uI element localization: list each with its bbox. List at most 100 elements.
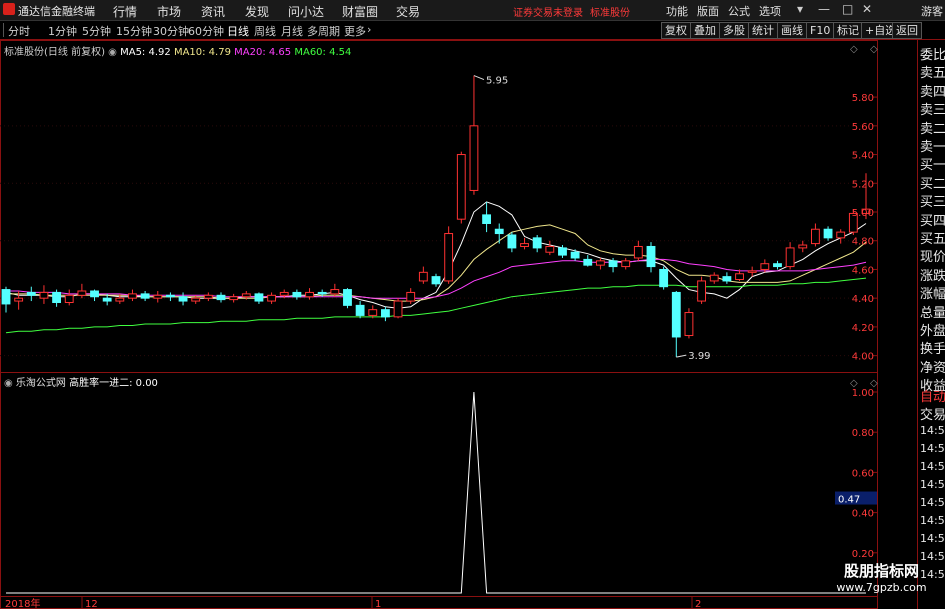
diamond-icon: ◇ bbox=[850, 44, 858, 55]
candle-down bbox=[558, 247, 567, 256]
title-bar: 通达信金融终端 行情 市场 资讯 发现 问小达 财富圈 交易 证券交易未登录 标… bbox=[0, 0, 945, 21]
tab-1min[interactable]: 1分钟 bbox=[48, 23, 77, 39]
ma60-label: MA60: 4.54 bbox=[294, 47, 352, 58]
indicator-legend: ◉ 乐淘公式网 高胜率一进二: 0.00 bbox=[4, 374, 158, 389]
high-marker-arrow bbox=[473, 75, 485, 81]
tab-multi-period[interactable]: 多周期 bbox=[307, 23, 340, 39]
side-panel-item: 14:56 bbox=[920, 478, 945, 491]
dropdown-icon[interactable]: ▾ bbox=[797, 2, 803, 16]
menu-jiaoyi[interactable]: 交易 bbox=[396, 3, 420, 20]
guest-label[interactable]: 游客 bbox=[921, 3, 943, 19]
y-tick-label: 4.60 bbox=[852, 265, 874, 276]
tab-60min[interactable]: 60分钟 bbox=[188, 23, 224, 39]
candle-down bbox=[343, 289, 352, 306]
minimize-icon[interactable]: — bbox=[818, 2, 830, 16]
statistics-button[interactable]: 统计 bbox=[748, 22, 778, 39]
y-tick-label: 5.60 bbox=[852, 122, 874, 133]
chart-title: 标准股份(日线 前复权) bbox=[4, 47, 105, 58]
period-tab-bar: 分时 1分钟 5分钟 15分钟 30分钟 60分钟 日线 周线 月线 多周期 更… bbox=[0, 21, 945, 40]
price-axis: 5.80 5.60 5.40 5.20 5.00 4.80 4.60 4.40 4.20 4.00… bbox=[835, 93, 877, 560]
menu-hangqing[interactable]: 行情 bbox=[113, 3, 137, 20]
candle-up bbox=[747, 270, 757, 273]
side-panel-item: 涨跌 bbox=[920, 268, 945, 284]
side-panel-item: 卖二 bbox=[920, 121, 945, 137]
menu-gongshi[interactable]: 公式 bbox=[728, 3, 750, 19]
trade-login-status[interactable]: 证券交易未登录 bbox=[513, 4, 583, 19]
candle-up bbox=[305, 291, 314, 298]
side-panel-item: 卖五 bbox=[920, 66, 945, 82]
candle-down bbox=[102, 297, 112, 302]
tab-weekly[interactable]: 周线 bbox=[254, 23, 276, 39]
mark-button[interactable]: 标记 bbox=[833, 22, 863, 39]
side-panel-item: 总量 bbox=[920, 305, 945, 321]
tab-monthly[interactable]: 月线 bbox=[281, 23, 303, 39]
menu-faxian[interactable]: 发现 bbox=[245, 3, 269, 20]
indicator-settings-icon[interactable]: ◉ bbox=[4, 378, 13, 389]
menu-banmian[interactable]: 版面 bbox=[697, 3, 719, 19]
candle-up bbox=[456, 154, 466, 220]
candle-down bbox=[773, 263, 782, 268]
side-panel-item: 买二 bbox=[920, 176, 945, 192]
tab-5min[interactable]: 5分钟 bbox=[82, 23, 111, 39]
candle-up bbox=[115, 297, 125, 302]
candle-down bbox=[570, 251, 580, 259]
overlay-button[interactable]: 叠加 bbox=[690, 22, 720, 39]
menu-wenxiaoda[interactable]: 问小达 bbox=[288, 3, 324, 20]
menu-xuanxiang[interactable]: 选项 bbox=[759, 3, 781, 19]
candle-up bbox=[709, 274, 719, 282]
tab-15min[interactable]: 15分钟 bbox=[116, 23, 152, 39]
maximize-icon[interactable]: □ bbox=[842, 2, 853, 16]
candle-down bbox=[1, 289, 11, 305]
side-panel-item: 14:56 bbox=[920, 532, 945, 545]
candle-down bbox=[507, 234, 517, 249]
diamond-icon: ◇ bbox=[870, 44, 878, 55]
tab-separator bbox=[3, 23, 4, 37]
candle-down bbox=[823, 228, 833, 239]
side-panel-item: 14:56 bbox=[920, 496, 945, 509]
side-panel-item: 委比 bbox=[920, 48, 945, 63]
menu-caifuquan[interactable]: 财富圈 bbox=[342, 3, 378, 20]
y-tick-label: 4.00 bbox=[852, 352, 874, 363]
candle-down bbox=[608, 260, 618, 268]
tab-30min[interactable]: 30分钟 bbox=[153, 23, 189, 39]
y-tick-label: 4.40 bbox=[852, 294, 874, 305]
candle-down bbox=[482, 214, 492, 224]
candle-up bbox=[406, 291, 416, 302]
chevron-right-icon[interactable]: › bbox=[367, 23, 371, 36]
kline-chart[interactable]: ◇ ◇◇ ◇ 5.953.99 5.805.605.405.205.004.804.… bbox=[0, 40, 917, 609]
candle-up bbox=[153, 294, 163, 299]
f10-button[interactable]: F10 bbox=[806, 22, 835, 39]
menu-gongneng[interactable]: 功能 bbox=[666, 3, 688, 19]
indicator-y-tick-label: 1.00 bbox=[852, 388, 874, 399]
candle-down bbox=[431, 276, 441, 285]
candle-down bbox=[355, 304, 365, 316]
candle-up bbox=[128, 293, 137, 299]
menu-shichang[interactable]: 市场 bbox=[157, 3, 181, 20]
tab-more[interactable]: 更多 bbox=[344, 23, 366, 39]
menu-zixun[interactable]: 资讯 bbox=[201, 3, 225, 20]
candle-up bbox=[64, 294, 74, 303]
close-icon[interactable]: ✕ bbox=[862, 2, 872, 16]
draw-line-button[interactable]: 画线 bbox=[777, 22, 807, 39]
tab-daily[interactable]: 日线 bbox=[227, 23, 249, 39]
x-tick-label: 1 bbox=[375, 599, 381, 609]
candle-down bbox=[722, 276, 732, 282]
y-tick-label: 5.40 bbox=[852, 151, 874, 162]
tab-fenshi[interactable]: 分时 bbox=[8, 23, 30, 39]
side-panel-item: 卖一 bbox=[920, 140, 945, 155]
ma-line-ma10 bbox=[6, 224, 867, 302]
candle-up bbox=[418, 271, 428, 282]
back-button[interactable]: 返回 bbox=[892, 22, 922, 39]
candle-down bbox=[532, 237, 542, 249]
candle-down bbox=[671, 291, 681, 338]
watermark-line2: www.7gpzb.com bbox=[836, 581, 927, 594]
moving-average-lines bbox=[5, 201, 867, 334]
candle-up bbox=[798, 244, 808, 249]
ma-line-ma5 bbox=[5, 201, 867, 309]
side-panel-item: 涨幅 bbox=[920, 287, 945, 303]
multi-stock-button[interactable]: 多股 bbox=[719, 22, 749, 39]
fuquan-button[interactable]: 复权 bbox=[661, 22, 691, 39]
y-tick-label: 4.80 bbox=[852, 237, 874, 248]
candle-up bbox=[810, 228, 820, 245]
settings-circle-icon[interactable]: ◉ bbox=[108, 47, 117, 58]
